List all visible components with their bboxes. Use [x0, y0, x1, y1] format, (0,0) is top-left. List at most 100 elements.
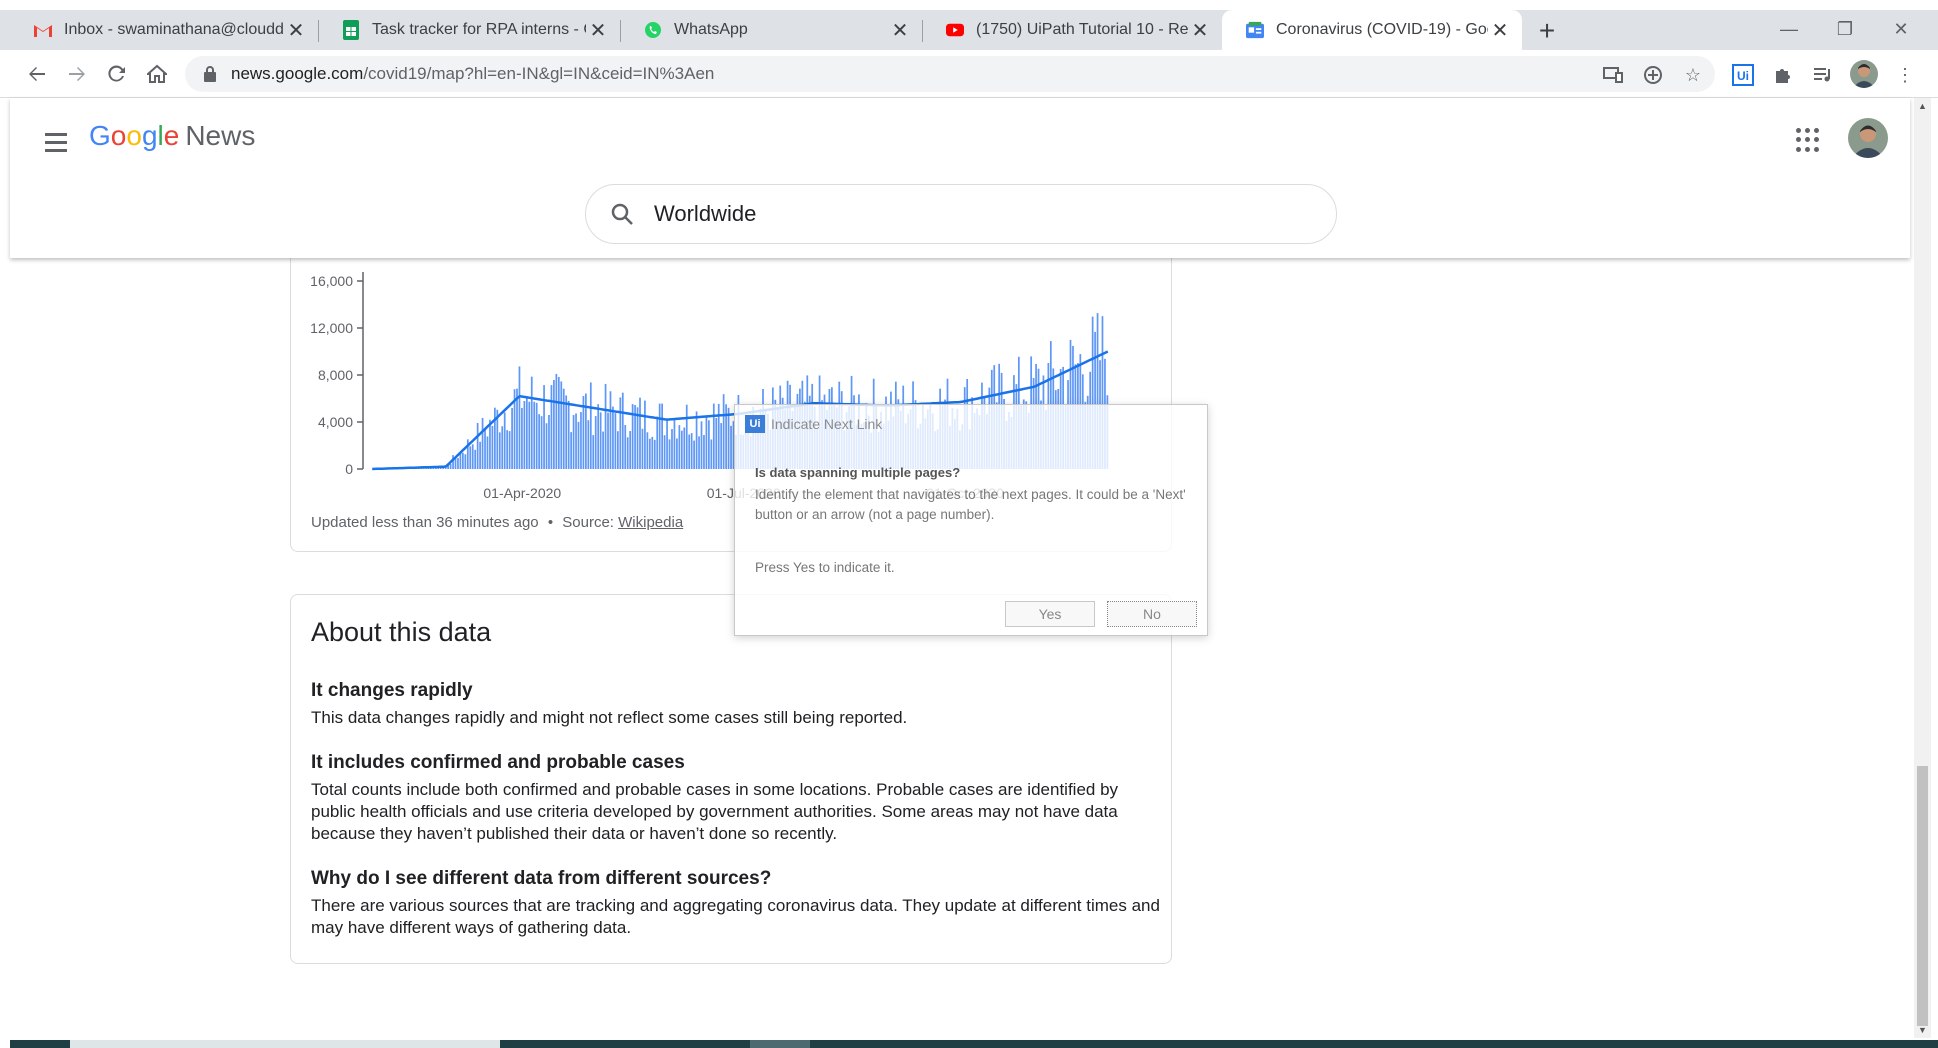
chart-bar	[703, 435, 705, 469]
chart-bar	[688, 434, 691, 469]
tab-google-news[interactable]: Coronavirus (COVID-19) - Google ✕	[1222, 10, 1522, 50]
url-text[interactable]: news.google.com/covid19/map?hl=en-IN&gl=…	[231, 64, 714, 84]
tab-youtube[interactable]: (1750) UiPath Tutorial 10 - Real T ✕	[922, 10, 1222, 50]
media-control-icon[interactable]	[1810, 62, 1836, 88]
scroll-thumb[interactable]	[1917, 766, 1928, 1026]
browser-toolbar: news.google.com/covid19/map?hl=en-IN&gl=…	[0, 50, 1938, 98]
scroll-down-icon[interactable]: ▼	[1914, 1022, 1931, 1038]
lock-icon[interactable]	[199, 63, 221, 85]
new-tab-icon[interactable]: +	[1532, 15, 1562, 46]
extensions-puzzle-icon[interactable]	[1770, 62, 1796, 88]
chart-bar	[491, 425, 494, 469]
close-tab-icon[interactable]: ✕	[1488, 18, 1512, 42]
chart-bar	[540, 416, 543, 469]
close-window-icon[interactable]: ✕	[1878, 14, 1924, 44]
main-menu-icon[interactable]	[40, 126, 72, 158]
profile-avatar[interactable]	[1850, 60, 1878, 88]
chart-bar	[624, 424, 627, 469]
account-avatar[interactable]	[1848, 118, 1888, 158]
bookmark-star-icon[interactable]: ☆	[1680, 62, 1706, 88]
chart-bar	[604, 383, 607, 469]
chrome-menu-icon[interactable]: ⋮	[1892, 62, 1918, 88]
about-paragraph: There are various sources that are track…	[311, 896, 1160, 937]
y-tick-label: 0	[345, 461, 353, 477]
chart-bar	[656, 416, 659, 469]
chart-bar	[575, 413, 577, 469]
chart-bar	[653, 439, 656, 469]
tab-whatsapp[interactable]: WhatsApp ✕	[620, 10, 923, 50]
page-scrollbar[interactable]: ▲ ▼	[1914, 98, 1931, 1038]
chart-bar	[567, 400, 570, 469]
cast-icon[interactable]	[1600, 62, 1626, 88]
tab-sheets[interactable]: Task tracker for RPA interns - Goo ✕	[318, 10, 621, 50]
uipath-extension-icon[interactable]: Ui	[1730, 62, 1756, 88]
minimize-icon[interactable]: —	[1766, 14, 1812, 44]
location-search-box[interactable]: Worldwide	[585, 184, 1337, 244]
chart-bar	[572, 415, 575, 469]
chart-bar	[722, 394, 725, 469]
chart-bar	[693, 440, 695, 469]
chart-bar	[698, 436, 700, 469]
reload-icon[interactable]	[102, 59, 132, 89]
close-tab-icon[interactable]: ✕	[1188, 18, 1212, 42]
chart-bar	[560, 381, 563, 469]
chart-bar	[511, 407, 513, 469]
chart-bar	[680, 430, 683, 469]
google-news-logo[interactable]: Google News	[89, 120, 255, 152]
chart-bar	[592, 435, 595, 469]
chart-bar	[690, 433, 693, 469]
forward-icon[interactable]	[62, 59, 92, 89]
chart-bar	[639, 397, 641, 469]
close-tab-icon[interactable]: ✕	[586, 18, 610, 42]
back-icon[interactable]	[22, 59, 52, 89]
chart-bar	[557, 376, 560, 469]
chart-bar	[508, 431, 511, 469]
chart-bar	[518, 366, 521, 469]
chart-bar	[641, 428, 644, 469]
dialog-instructions: Identify the element that navigates to t…	[755, 487, 1186, 522]
chart-bar	[695, 411, 698, 469]
chart-bar	[525, 397, 528, 469]
google-news-icon	[1246, 21, 1264, 39]
chart-bar	[545, 423, 548, 469]
sheets-icon	[342, 20, 360, 40]
chart-bar	[651, 436, 654, 469]
search-value[interactable]: Worldwide	[654, 201, 756, 227]
chart-bar	[538, 414, 540, 469]
tab-strip: Inbox - swaminathana@cloudde ✕ Task trac…	[0, 0, 1938, 50]
no-button[interactable]: No	[1107, 601, 1197, 627]
chart-bar	[481, 417, 484, 469]
chart-bar	[555, 373, 558, 469]
svg-text:Ui: Ui	[1737, 69, 1749, 83]
tab-gmail[interactable]: Inbox - swaminathana@cloudde ✕	[10, 10, 319, 50]
address-bar[interactable]: news.google.com/covid19/map?hl=en-IN&gl=…	[185, 56, 1715, 92]
updated-text: Updated less than 36 minutes ago	[311, 514, 539, 531]
chart-bar	[548, 415, 550, 469]
chart-bar	[506, 430, 509, 469]
chart-bar	[730, 425, 732, 469]
chart-bar	[523, 401, 526, 469]
close-tab-icon[interactable]: ✕	[284, 18, 308, 42]
scroll-up-icon[interactable]: ▲	[1914, 98, 1931, 114]
logo-google: Google	[89, 120, 180, 151]
chart-bar	[629, 431, 632, 469]
about-paragraph: Total counts include both confirmed and …	[311, 780, 1119, 843]
chart-bar	[476, 423, 479, 469]
youtube-icon	[946, 21, 964, 39]
search-icon[interactable]	[608, 200, 636, 228]
wikipedia-source-link[interactable]: Wikipedia	[618, 514, 683, 531]
install-icon[interactable]	[1640, 62, 1666, 88]
close-tab-icon[interactable]: ✕	[888, 18, 912, 42]
google-news-header: Google News Worldwide	[10, 98, 1910, 258]
chart-bar	[530, 376, 533, 469]
chart-bar	[528, 401, 531, 469]
chart-footer: Updated less than 36 minutes ago • Sourc…	[311, 514, 684, 531]
chart-bar	[577, 421, 580, 469]
restore-icon[interactable]: ❐	[1822, 14, 1868, 44]
yes-button[interactable]: Yes	[1005, 601, 1095, 627]
chart-bar	[708, 420, 710, 469]
google-apps-icon[interactable]	[1796, 128, 1820, 152]
gmail-icon	[34, 21, 52, 39]
home-icon[interactable]	[142, 59, 172, 89]
chart-bar	[543, 385, 545, 469]
